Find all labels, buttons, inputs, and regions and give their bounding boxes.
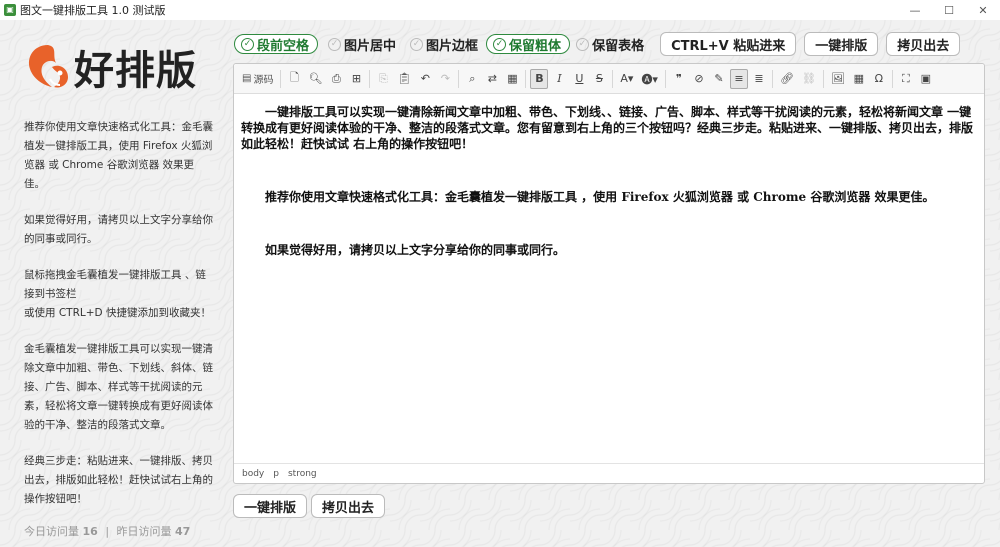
select-all-icon[interactable]: ▦ <box>503 69 521 89</box>
align-right-icon[interactable]: ≣ <box>750 69 768 89</box>
new-document-icon[interactable]: 🗋 <box>285 69 303 89</box>
sidebar-paragraph: 经典三步走：粘贴进来、一键排版、拷贝出去，排版如此轻松！赶快试试右上角的操作按钮… <box>24 455 213 505</box>
blockquote-icon[interactable]: ❞ <box>670 69 688 89</box>
source-icon: ▤ <box>242 73 252 84</box>
source-button[interactable]: ▤ 源码 <box>239 69 276 89</box>
element-path-bar: body p strong <box>234 463 984 483</box>
option-indent[interactable]: ✓ 段前空格 <box>234 34 319 54</box>
format-clear-icon[interactable]: ⊘ <box>690 69 708 89</box>
check-icon: ✓ <box>410 37 424 51</box>
clear-icon[interactable]: ✎ <box>710 69 728 89</box>
table-icon[interactable]: ▦ <box>850 69 868 89</box>
title-bar: ▣ 图文一键排版工具 1.0 测试版 — ☐ ✕ <box>0 0 1000 20</box>
option-label: 图片边框 <box>426 38 479 54</box>
visits-separator: | <box>105 525 110 538</box>
close-button[interactable]: ✕ <box>966 0 1000 20</box>
italic-icon[interactable]: I <box>550 69 568 89</box>
bold-icon[interactable]: B <box>530 68 549 89</box>
document-paragraph: 推荐你使用文章快速格式化工具：金毛囊植发一键排版工具 ，使用 Firefox 火… <box>265 190 935 204</box>
visit-counter: 今日访问量 16 | 昨日访问量 47 <box>24 522 214 541</box>
copy-icon[interactable]: ⎘ <box>374 69 392 89</box>
rich-text-editor: ▤ 源码 🗋 🔍︎ ⎙ ⊞ ⎘ 📋︎ ↶ ↷ ⌕ ⇄ ▦ B I U S A▾ … <box>233 63 985 484</box>
source-label: 源码 <box>253 75 274 86</box>
print-icon[interactable]: ⎙ <box>327 69 345 89</box>
bottom-format-button[interactable]: 一键排版 <box>233 494 308 518</box>
minimize-button[interactable]: — <box>898 0 932 20</box>
bottom-copy-button[interactable]: 拷贝出去 <box>311 494 386 518</box>
yesterday-visits-label: 昨日访问量 <box>116 525 172 538</box>
top-option-bar: ✓ 段前空格 ✓ 图片居中 ✓ 图片边框 ✓ 保留粗体 ✓ 保留表格 CTRL+… <box>234 32 961 56</box>
paste-icon[interactable]: 📋︎ <box>394 69 414 89</box>
logo-text: 好排版 <box>74 48 197 94</box>
brand-logo: 好排版 <box>22 40 222 94</box>
today-visits-value: 16 <box>82 525 98 538</box>
option-label: 段前空格 <box>257 38 310 54</box>
bottom-action-bar: 一键排版 拷贝出去 <box>233 494 389 518</box>
fullscreen-icon[interactable]: ⛶ <box>897 69 915 89</box>
undo-icon[interactable]: ↶ <box>416 69 434 89</box>
text-color-icon[interactable]: A▾ <box>617 69 636 89</box>
background-color-icon[interactable]: 🅐▾ <box>638 69 661 89</box>
sidebar-paragraph: 推荐你使用文章快速格式化工具：金毛囊植发一键排版工具，使用 Firefox 火狐… <box>24 121 213 190</box>
today-visits-label: 今日访问量 <box>24 525 79 538</box>
path-item[interactable]: strong <box>288 469 317 479</box>
find-icon[interactable]: ⌕ <box>463 69 481 89</box>
show-blocks-icon[interactable]: ▣ <box>917 69 935 89</box>
replace-icon[interactable]: ⇄ <box>483 69 501 89</box>
unlink-icon[interactable]: ⛓ <box>799 69 819 89</box>
image-icon[interactable]: 🖼︎ <box>828 69 848 89</box>
check-icon: ✓ <box>493 37 507 51</box>
preview-icon[interactable]: 🔍︎ <box>305 69 325 89</box>
check-icon: ✓ <box>241 37 254 51</box>
maximize-button[interactable]: ☐ <box>932 0 966 20</box>
template-icon[interactable]: ⊞ <box>347 69 365 89</box>
editor-toolbar: ▤ 源码 🗋 🔍︎ ⎙ ⊞ ⎘ 📋︎ ↶ ↷ ⌕ ⇄ ▦ B I U S A▾ … <box>234 64 984 94</box>
path-item[interactable]: body <box>242 469 264 479</box>
sidebar-paragraph: 如果觉得好用，请拷贝以上文字分享给你的同事或同行。 <box>24 214 213 245</box>
document-paragraph: 一键排版工具可以实现一键清除新闻文章中加粗、带色、下划线、、链接、广告、脚本、样… <box>241 105 974 151</box>
document-paragraph: 如果觉得好用，请拷贝以上文字分享给你的同事或同行。 <box>265 243 566 257</box>
special-char-icon[interactable]: Ω <box>870 69 888 89</box>
copy-button[interactable]: 拷贝出去 <box>886 32 961 56</box>
app-icon: ▣ <box>4 4 16 16</box>
redo-icon[interactable]: ↷ <box>436 69 454 89</box>
strikethrough-icon[interactable]: S <box>590 69 608 89</box>
path-item[interactable]: p <box>273 469 279 479</box>
yesterday-visits-value: 47 <box>175 525 191 538</box>
align-left-icon[interactable]: ≡ <box>729 68 748 89</box>
format-button[interactable]: 一键排版 <box>804 32 879 56</box>
option-keep-bold[interactable]: ✓ 保留粗体 <box>486 34 571 54</box>
sidebar-info: 推荐你使用文章快速格式化工具：金毛囊植发一键排版工具，使用 Firefox 火狐… <box>24 118 214 541</box>
paste-button[interactable]: CTRL+V 粘贴进来 <box>660 32 797 56</box>
option-label: 保留表格 <box>592 38 645 54</box>
option-label: 保留粗体 <box>509 38 562 54</box>
option-label: 图片居中 <box>344 38 397 54</box>
squirrel-logo-icon <box>28 45 68 88</box>
document-body[interactable]: 一键排版工具可以实现一键清除新闻文章中加粗、带色、下划线、、链接、广告、脚本、样… <box>234 94 984 462</box>
underline-icon[interactable]: U <box>570 69 588 89</box>
check-icon: ✓ <box>576 37 590 51</box>
option-center-image[interactable]: ✓ 图片居中 <box>322 34 404 54</box>
sidebar-paragraph: 鼠标拖拽金毛囊植发一键排版工具 、链接到书签栏 或使用 CTRL+D 快捷键添加… <box>24 269 211 319</box>
sidebar-paragraph: 金毛囊植发一键排版工具可以实现一键清除文章中加粗、带色、下划线、斜体、链接、广告… <box>24 343 213 431</box>
option-keep-table[interactable]: ✓ 保留表格 <box>570 34 652 54</box>
window-title: 图文一键排版工具 1.0 测试版 <box>20 4 166 17</box>
link-icon[interactable]: 🔗︎ <box>777 69 797 89</box>
option-image-border[interactable]: ✓ 图片边框 <box>404 34 486 54</box>
window-controls: — ☐ ✕ <box>898 0 1000 20</box>
check-icon: ✓ <box>328 37 342 51</box>
